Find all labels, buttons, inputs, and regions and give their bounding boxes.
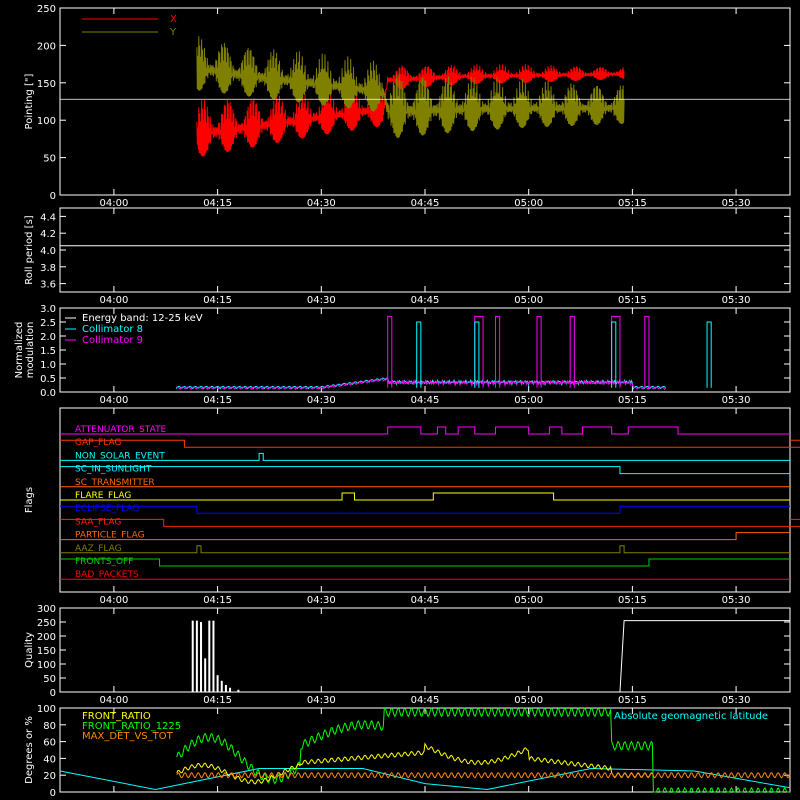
y-tick-label: 4.4 — [40, 212, 56, 223]
flag-label: SAA_FLAG — [75, 517, 121, 527]
y-tick-label: 100 — [37, 704, 56, 715]
legend-label: Collimator 9 — [82, 335, 143, 346]
y-tick-label: 20 — [43, 771, 56, 782]
flag-label: ECLIPSE_FLAG — [75, 504, 139, 514]
x-tick-label: 04:45 — [411, 695, 440, 706]
y-tick-label: 3.8 — [40, 263, 56, 274]
x-tick-label: 05:15 — [618, 395, 647, 406]
y-tick-label: 200 — [37, 41, 56, 52]
y-tick-label: 2.5 — [40, 318, 56, 329]
x-tick-label: 05:15 — [618, 198, 647, 209]
legend-label-X: X — [170, 14, 177, 25]
y-tick-label: 100 — [37, 660, 56, 671]
legend-label: Collimator 8 — [82, 324, 143, 335]
y-axis-label: Flags — [24, 487, 35, 513]
x-tick-label: 04:15 — [203, 295, 232, 306]
flag-label: SC_IN_SUNLIGHT — [75, 465, 152, 475]
x-tick-label: 04:00 — [100, 395, 129, 406]
flag-label: GAP_FLAG — [75, 438, 121, 448]
flag-label: FLARE_FLAG — [75, 491, 131, 501]
x-tick-label: 04:30 — [307, 395, 336, 406]
x-tick-label: 04:00 — [100, 595, 129, 606]
x-tick-label: 04:30 — [307, 595, 336, 606]
y-axis-label: Pointing ["] — [24, 73, 35, 129]
x-tick-label: 04:30 — [307, 295, 336, 306]
legend-label-Y: Y — [169, 27, 177, 38]
x-tick-label: 04:00 — [100, 695, 129, 706]
y-tick-label: 0.0 — [40, 388, 56, 399]
flag-label: PARTICLE_FLAG — [75, 531, 145, 541]
x-tick-label: 05:00 — [514, 595, 543, 606]
y-axis-label: Roll period [s] — [24, 215, 35, 284]
x-tick-label: 04:45 — [411, 595, 440, 606]
y-tick-label: 0 — [50, 688, 56, 699]
y-tick-label: 250 — [37, 4, 56, 15]
x-tick-label: 04:30 — [307, 695, 336, 706]
y-tick-label: 200 — [37, 632, 56, 643]
x-tick-label: 05:00 — [514, 695, 543, 706]
legend-label: Energy band: 12-25 keV — [82, 313, 203, 324]
y-tick-label: 80 — [43, 721, 56, 732]
y-tick-label: 100 — [37, 116, 56, 127]
y-axis-label: Normalizedmodulation — [14, 322, 36, 379]
flag-label: FRONTS_OFF — [75, 557, 133, 567]
x-tick-label: 05:30 — [722, 295, 751, 306]
x-tick-label: 04:15 — [203, 198, 232, 209]
y-tick-label: 0 — [50, 191, 56, 202]
y-tick-label: 40 — [43, 754, 56, 765]
x-tick-label: 04:15 — [203, 395, 232, 406]
y-tick-label: 2.0 — [40, 332, 56, 343]
flag-label: NON_SOLAR_EVENT — [75, 451, 165, 461]
x-tick-label: 04:00 — [100, 198, 129, 209]
x-tick-label: 05:00 — [514, 198, 543, 209]
x-tick-label: 05:15 — [618, 595, 647, 606]
y-tick-label: 3.6 — [40, 280, 56, 291]
x-tick-label: 05:30 — [722, 595, 751, 606]
y-tick-label: 0 — [50, 788, 56, 799]
y-tick-label: 4.2 — [40, 229, 56, 240]
x-tick-label: 04:45 — [411, 295, 440, 306]
x-tick-label: 05:00 — [514, 295, 543, 306]
y-tick-label: 0.5 — [40, 374, 56, 385]
x-tick-label: 04:15 — [203, 595, 232, 606]
x-tick-label: 05:00 — [514, 395, 543, 406]
y-axis-label: Quality — [24, 632, 35, 668]
summary-figure: 04:00 04:15 04:30 04:45 05:00 05:15 05:30 0 50 10… — [0, 0, 800, 800]
y-tick-label: 60 — [43, 738, 56, 749]
flag-label: AAZ_FLAG — [75, 544, 122, 554]
y-tick-label: 1.5 — [40, 346, 56, 357]
x-tick-label: 04:45 — [411, 395, 440, 406]
y-tick-label: 4.0 — [40, 246, 56, 257]
y-tick-label: 250 — [37, 618, 56, 629]
x-tick-label: 04:30 — [307, 198, 336, 209]
x-tick-label: 04:45 — [411, 198, 440, 209]
x-tick-label: 04:00 — [100, 295, 129, 306]
x-tick-label: 05:30 — [722, 395, 751, 406]
y-tick-label: 50 — [43, 154, 56, 165]
y-tick-label: 150 — [37, 79, 56, 90]
x-tick-label: 05:15 — [618, 295, 647, 306]
y-tick-label: 3.0 — [40, 304, 56, 315]
legend-label-latitude: Absolute geomagnetic latitude — [614, 711, 768, 722]
x-tick-label: 05:15 — [618, 695, 647, 706]
x-tick-label: 05:30 — [722, 695, 751, 706]
legend-label: MAX_DET_VS_TOT — [82, 731, 174, 742]
flag-label: BAD_PACKETS — [75, 570, 139, 580]
y-tick-label: 150 — [37, 646, 56, 657]
flag-label: ATTENUATOR_STATE — [75, 425, 167, 435]
flag-label: SC_TRANSMITTER — [75, 478, 155, 488]
x-tick-label: 04:15 — [203, 695, 232, 706]
y-tick-label: 1.0 — [40, 360, 56, 371]
y-tick-label: 50 — [43, 674, 56, 685]
y-tick-label: 300 — [37, 604, 56, 615]
x-tick-label: 05:30 — [722, 198, 751, 209]
y-axis-label: Degrees or % — [24, 716, 35, 784]
